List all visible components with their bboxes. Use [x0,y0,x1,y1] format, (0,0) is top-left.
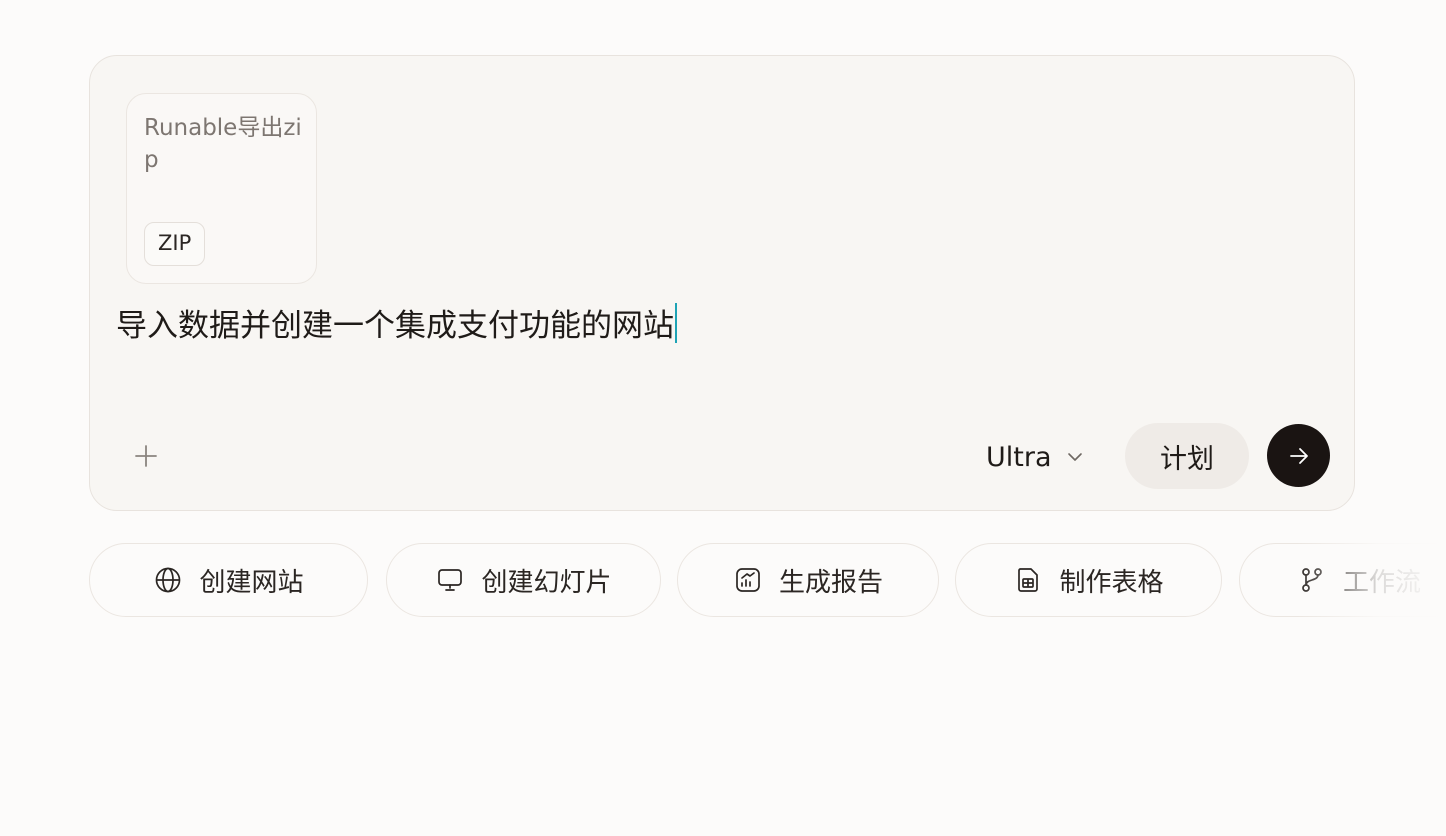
chevron-down-icon [1067,453,1082,461]
send-button[interactable] [1267,424,1330,487]
prompt-input-text: 导入数据并创建一个集成支付功能的网站 [116,308,674,344]
attachment-type-badge: ZIP [144,222,206,266]
quick-action-create-website[interactable]: 创建网站 [89,543,368,617]
text-caret [675,303,677,343]
plan-button[interactable]: 计划 [1125,423,1249,489]
quick-action-label: 生成报告 [778,567,883,598]
globe-icon [153,565,183,595]
quick-action-label: 创建幻灯片 [481,567,612,598]
quick-action-label: 制作表格 [1059,567,1164,598]
git-branch-icon [1297,565,1327,595]
attachment-card[interactable]: Runable导出zip ZIP [126,93,317,284]
presentation-icon [435,565,465,595]
quick-action-generate-report[interactable]: 生成报告 [677,543,939,617]
quick-action-create-spreadsheet[interactable]: 制作表格 [955,543,1222,617]
quick-action-label: 工作流 [1342,567,1421,598]
add-attachment-button[interactable] [128,438,164,474]
plus-icon [135,445,157,467]
spreadsheet-icon [1013,565,1043,595]
model-select[interactable]: Ultra [986,432,1084,482]
prompt-input[interactable]: 导入数据并创建一个集成支付功能的网站 [116,302,677,350]
plan-button-label: 计划 [1160,443,1214,475]
prompt-composer: Runable导出zip ZIP 导入数据并创建一个集成支付功能的网站 Ultr… [89,55,1355,511]
attachment-name: Runable导出zip [144,115,302,173]
quick-action-workflow[interactable]: 工作流 [1239,543,1446,617]
quick-action-label: 创建网站 [199,567,304,598]
quick-actions-bar: 创建网站 创建幻灯片 生成报告 制作表格 工作流 [0,543,1446,619]
model-select-value: Ultra [986,441,1052,473]
arrow-right-icon [1289,447,1308,464]
quick-action-create-slides[interactable]: 创建幻灯片 [386,543,661,617]
chart-report-icon [733,565,763,595]
